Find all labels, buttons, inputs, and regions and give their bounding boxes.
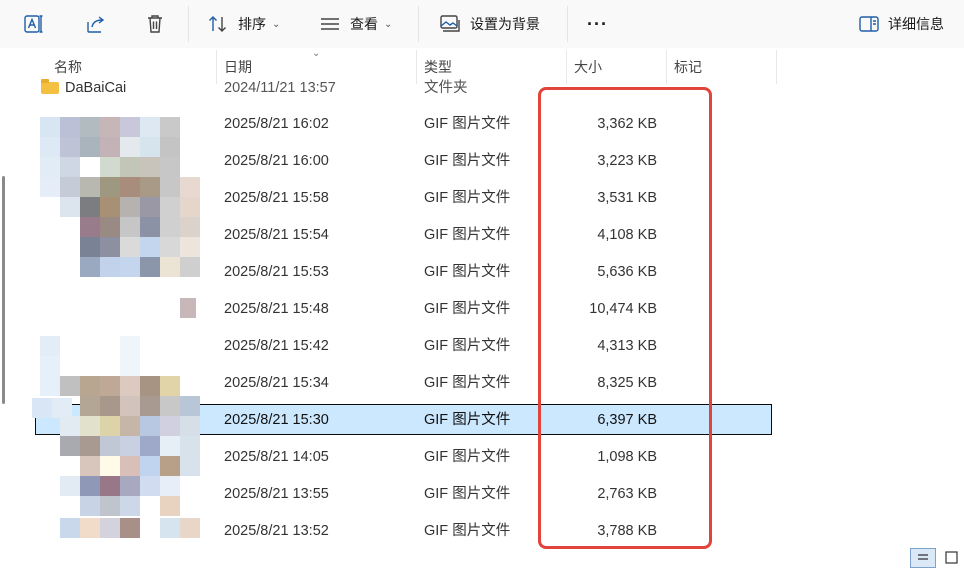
file-type: GIF 图片文件 bbox=[424, 116, 511, 132]
file-date: 2025/8/21 15:54 bbox=[224, 227, 329, 243]
size-column-highlight bbox=[538, 87, 712, 549]
file-date: 2025/8/21 13:55 bbox=[224, 486, 329, 502]
sort-icon bbox=[206, 12, 230, 36]
tiles-view-button[interactable] bbox=[940, 548, 964, 568]
set-as-background-button[interactable]: 设置为背景 bbox=[438, 0, 540, 48]
file-date: 2025/8/21 15:58 bbox=[224, 190, 329, 206]
folder-icon bbox=[41, 79, 59, 94]
redacted-thumbnail bbox=[180, 298, 196, 318]
file-date: 2025/8/21 16:00 bbox=[224, 153, 329, 169]
file-date: 2025/8/21 14:05 bbox=[224, 449, 329, 465]
view-button[interactable]: 查看 ⌄ bbox=[318, 0, 392, 48]
file-type: GIF 图片文件 bbox=[424, 449, 511, 465]
file-date: 2025/8/21 15:34 bbox=[224, 375, 329, 391]
sort-button[interactable]: 排序 ⌄ bbox=[206, 0, 280, 48]
details-label: 详细信息 bbox=[888, 16, 944, 32]
file-type: GIF 图片文件 bbox=[424, 264, 511, 280]
view-label: 查看 bbox=[350, 16, 378, 32]
file-date: 2024/11/21 13:57 bbox=[224, 80, 336, 96]
set-background-label: 设置为背景 bbox=[470, 16, 540, 32]
view-icon bbox=[318, 12, 342, 36]
file-type: GIF 图片文件 bbox=[424, 523, 511, 539]
share-icon[interactable] bbox=[84, 0, 108, 48]
toolbar-divider bbox=[188, 6, 189, 42]
toolbar-divider bbox=[567, 6, 568, 42]
ai-rename-icon[interactable] bbox=[22, 0, 46, 48]
file-date: 2025/8/21 16:02 bbox=[224, 116, 329, 132]
trash-icon[interactable] bbox=[143, 0, 167, 48]
details-view-button[interactable] bbox=[910, 548, 936, 568]
toolbar-divider bbox=[418, 6, 419, 42]
redacted-thumbnails-bottom bbox=[30, 336, 200, 540]
file-type: GIF 图片文件 bbox=[424, 486, 511, 502]
file-type: GIF 图片文件 bbox=[424, 190, 511, 206]
chevron-down-icon: ⌄ bbox=[384, 18, 393, 30]
command-bar: 排序 ⌄ 查看 ⌄ 设置为背景 ··· 详细信息 bbox=[0, 0, 964, 48]
file-type: GIF 图片文件 bbox=[424, 153, 511, 169]
redacted-thumbnails-top bbox=[38, 117, 200, 277]
sort-descending-caret-icon: ⌄ bbox=[312, 48, 321, 59]
column-divider[interactable] bbox=[776, 50, 777, 84]
tiles-view-icon bbox=[945, 551, 958, 564]
file-type: GIF 图片文件 bbox=[424, 375, 511, 391]
file-date: 2025/8/21 15:42 bbox=[224, 338, 329, 354]
details-pane-button[interactable]: 详细信息 bbox=[858, 0, 944, 48]
file-type: GIF 图片文件 bbox=[424, 412, 511, 428]
details-view-icon bbox=[918, 554, 928, 560]
file-date: 2025/8/21 15:48 bbox=[224, 301, 329, 317]
file-type: GIF 图片文件 bbox=[424, 338, 511, 354]
file-date: 2025/8/21 15:53 bbox=[224, 264, 329, 280]
file-type: GIF 图片文件 bbox=[424, 227, 511, 243]
file-name: DaBaiCai bbox=[65, 80, 127, 96]
more-icon[interactable]: ··· bbox=[587, 0, 608, 48]
set-background-icon bbox=[438, 12, 462, 36]
file-date: 2025/8/21 15:30 bbox=[224, 412, 329, 428]
navigation-pane-scrollbar[interactable] bbox=[2, 176, 5, 404]
details-pane-icon bbox=[858, 13, 880, 35]
file-type: 文件夹 bbox=[424, 80, 468, 96]
sort-label: 排序 bbox=[238, 16, 266, 32]
file-date: 2025/8/21 13:52 bbox=[224, 523, 329, 539]
chevron-down-icon: ⌄ bbox=[272, 18, 281, 30]
file-type: GIF 图片文件 bbox=[424, 301, 511, 317]
